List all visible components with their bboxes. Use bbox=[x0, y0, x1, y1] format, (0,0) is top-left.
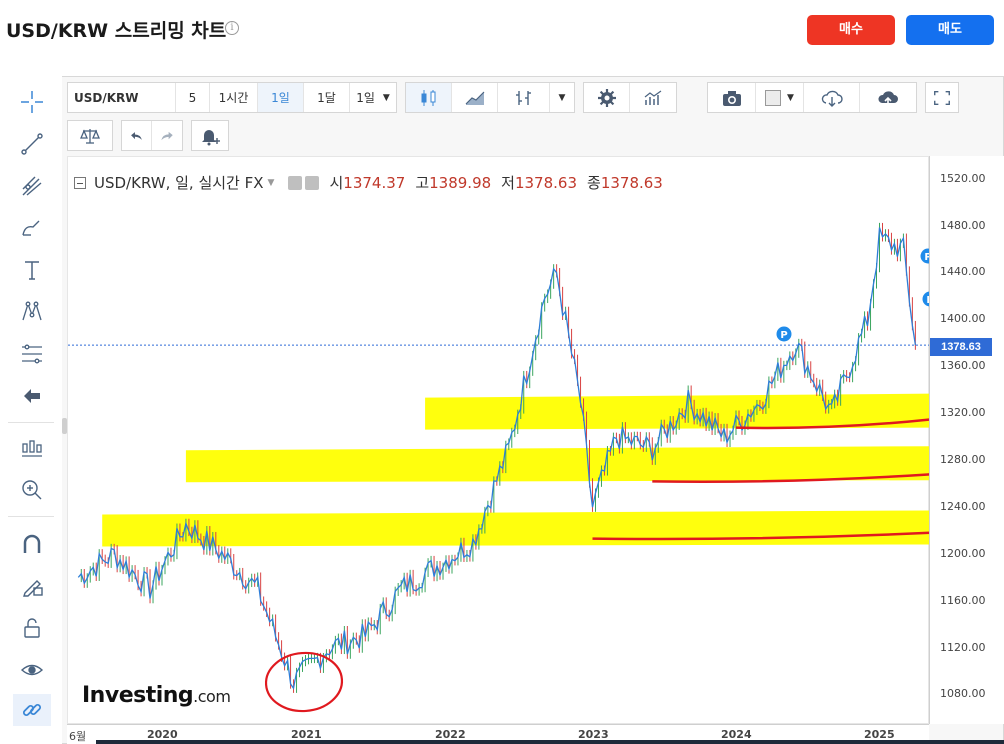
y-tick-label: 1520.00 bbox=[940, 172, 986, 185]
y-tick-label: 1400.00 bbox=[940, 312, 986, 325]
toolbar-divider bbox=[8, 422, 54, 423]
scale-icon[interactable] bbox=[68, 121, 112, 150]
y-tick-label: 1360.00 bbox=[940, 359, 986, 372]
text-icon[interactable] bbox=[13, 254, 51, 286]
drawing-toolbar bbox=[0, 76, 62, 744]
fullscreen-icon[interactable] bbox=[926, 83, 958, 112]
cloud-download-icon[interactable] bbox=[804, 83, 860, 112]
info-icon[interactable]: i bbox=[225, 21, 239, 35]
logo-main: Investing bbox=[82, 683, 194, 708]
alert-group bbox=[191, 120, 229, 151]
plot-area[interactable]: PPP bbox=[67, 156, 938, 725]
snapshot-group: ▼ bbox=[707, 82, 917, 113]
high-label: 고 bbox=[415, 174, 430, 192]
interval-1h[interactable]: 1시간 bbox=[210, 83, 258, 112]
area-chart-icon[interactable] bbox=[452, 83, 498, 112]
brush-icon[interactable] bbox=[13, 212, 51, 244]
price-chart[interactable]: PPP bbox=[68, 157, 938, 725]
investing-logo: Investing.com bbox=[82, 683, 231, 708]
cloud-upload-icon[interactable] bbox=[860, 83, 916, 112]
toolbar-divider bbox=[8, 516, 54, 517]
link-icon[interactable] bbox=[13, 694, 51, 726]
support-band bbox=[102, 510, 931, 547]
settings-icon[interactable] bbox=[305, 175, 320, 190]
redo-icon[interactable] bbox=[152, 121, 182, 150]
unlock-icon[interactable] bbox=[13, 612, 51, 644]
bell-alert-icon[interactable] bbox=[192, 121, 228, 150]
position-marker-label: P bbox=[780, 330, 787, 341]
chevron-down-icon[interactable]: ▼ bbox=[268, 178, 275, 188]
fib-icon[interactable] bbox=[13, 338, 51, 370]
page-header: USD/KRW 스트리밍 차트 i 매수 매도 bbox=[0, 0, 1004, 60]
gear-icon[interactable] bbox=[584, 83, 630, 112]
arrow-left-icon[interactable] bbox=[13, 380, 51, 412]
interval-1d[interactable]: 1일 bbox=[258, 83, 304, 112]
lock-drawing-icon[interactable] bbox=[13, 570, 51, 602]
y-tick-label: 1080.00 bbox=[940, 687, 986, 700]
settings-group bbox=[583, 82, 677, 113]
sell-button[interactable]: 매도 bbox=[906, 15, 994, 45]
chart-legend: USD/KRW, 일, 실시간 FX ▼ 시 1374.37 고 1389.98 저… bbox=[74, 172, 663, 193]
interval-dropdown[interactable]: 1일 ▼ bbox=[350, 83, 396, 112]
high-value: 1389.98 bbox=[429, 173, 492, 192]
close-value: 1378.63 bbox=[600, 173, 663, 192]
pattern-icon[interactable] bbox=[13, 296, 51, 328]
chevron-down-icon: ▼ bbox=[787, 92, 794, 103]
bottom-edge-bar bbox=[96, 740, 1004, 744]
undo-redo-group bbox=[121, 120, 183, 151]
magnet-icon[interactable] bbox=[13, 528, 51, 560]
measure-icon[interactable] bbox=[13, 432, 51, 464]
interval-dropdown-label: 1일 bbox=[356, 91, 375, 105]
y-tick-label: 1160.00 bbox=[940, 594, 986, 607]
collapse-legend-icon[interactable] bbox=[74, 176, 86, 189]
page-title: USD/KRW 스트리밍 차트 bbox=[6, 20, 227, 42]
open-value: 1374.37 bbox=[343, 173, 406, 192]
y-tick-label: 1240.00 bbox=[940, 500, 986, 513]
color-picker[interactable]: ▼ bbox=[756, 83, 804, 112]
trend-line-icon[interactable] bbox=[13, 128, 51, 160]
symbol-field[interactable]: USD/KRW bbox=[68, 83, 176, 112]
interval-1m[interactable]: 1달 bbox=[304, 83, 350, 112]
chevron-down-icon: ▼ bbox=[382, 92, 390, 103]
undo-icon[interactable] bbox=[122, 121, 152, 150]
chart-toolbar: USD/KRW 5 1시간 1일 1달 1일 ▼ ▼ ▼ bbox=[67, 82, 967, 113]
buy-button[interactable]: 매수 bbox=[807, 15, 895, 45]
x-tick-label: 6월 bbox=[69, 730, 87, 743]
logo-suffix: .com bbox=[193, 687, 231, 706]
bars-icon[interactable] bbox=[498, 83, 550, 112]
candles-icon[interactable] bbox=[406, 83, 452, 112]
low-value: 1378.63 bbox=[514, 173, 577, 192]
chevron-down-icon[interactable]: ▼ bbox=[550, 83, 574, 112]
pitchfork-icon[interactable] bbox=[13, 170, 51, 202]
price-axis[interactable]: 1520.00 1480.00 1440.00 1400.00 1360.00 … bbox=[929, 156, 1004, 724]
y-tick-label: 1480.00 bbox=[940, 219, 986, 232]
support-band bbox=[185, 446, 931, 483]
chart-toolbar-2 bbox=[67, 120, 237, 151]
low-label: 저 bbox=[501, 174, 515, 192]
interval-5[interactable]: 5 bbox=[176, 83, 210, 112]
zoom-in-icon[interactable] bbox=[13, 474, 51, 506]
close-label: 종 bbox=[587, 174, 601, 192]
fullscreen-group bbox=[925, 82, 959, 113]
symbol-interval-group: USD/KRW 5 1시간 1일 1달 1일 ▼ bbox=[67, 82, 397, 113]
y-tick-label: 1320.00 bbox=[940, 406, 986, 419]
last-price-badge: 1378.63 bbox=[930, 338, 992, 356]
crosshair-icon[interactable] bbox=[13, 86, 51, 118]
compare-group bbox=[67, 120, 113, 151]
y-tick-label: 1440.00 bbox=[940, 265, 986, 278]
eye-icon[interactable] bbox=[13, 654, 51, 686]
color-swatch bbox=[765, 89, 782, 106]
y-tick-label: 1280.00 bbox=[940, 453, 986, 466]
support-band bbox=[425, 393, 930, 430]
legend-symbol: USD/KRW, 일, 실시간 FX bbox=[94, 174, 264, 192]
visibility-icon[interactable] bbox=[288, 175, 303, 190]
y-tick-label: 1120.00 bbox=[940, 641, 986, 654]
camera-icon[interactable] bbox=[708, 83, 756, 112]
y-tick-label: 1200.00 bbox=[940, 547, 986, 560]
indicators-icon[interactable] bbox=[630, 83, 676, 112]
open-label: 시 bbox=[329, 174, 344, 192]
chart-type-group: ▼ bbox=[405, 82, 575, 113]
